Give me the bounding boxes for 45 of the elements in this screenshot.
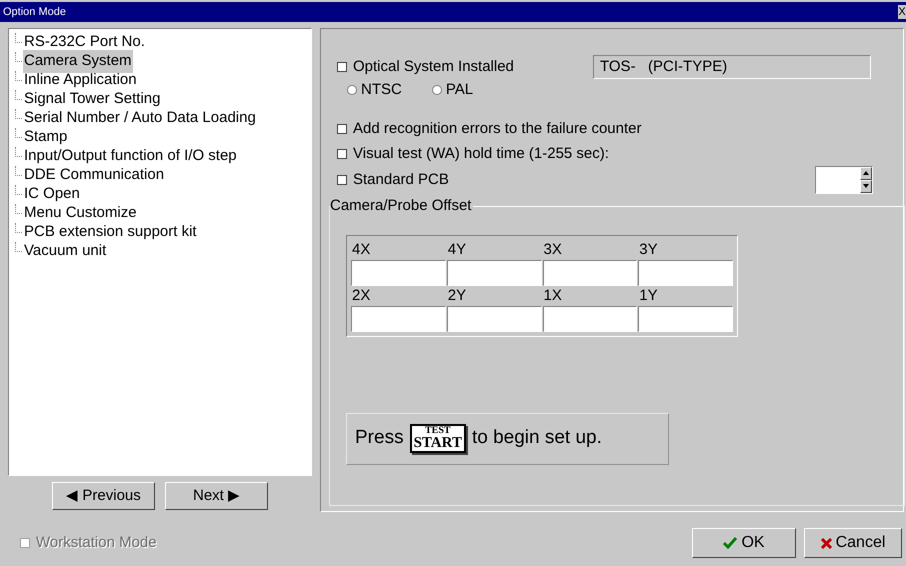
input-field[interactable]: [351, 260, 446, 286]
radio-button[interactable]: [347, 85, 357, 96]
spin-up-icon[interactable]: [860, 166, 872, 180]
field-label: 4X: [351, 240, 372, 260]
field-label: 1X: [542, 286, 563, 306]
spin-down-icon[interactable]: [860, 180, 872, 192]
input-field[interactable]: [446, 260, 542, 286]
ok-button[interactable]: OK: [692, 528, 796, 558]
input-field[interactable]: [542, 260, 638, 286]
field-label: 2X: [351, 286, 372, 306]
input-field[interactable]: [446, 306, 542, 332]
checkbox-label: Standard PCB: [353, 170, 449, 190]
checkbox[interactable]: [337, 62, 347, 72]
radio-label: PAL: [446, 80, 474, 100]
field-label: 3X: [542, 240, 563, 260]
window-title: Option Mode: [3, 4, 66, 20]
checkbox-label: Add recognition errors to the failure counter: [353, 118, 642, 138]
close-button[interactable]: X: [898, 5, 906, 19]
radio-label: NTSC: [361, 80, 402, 100]
checkbox[interactable]: [337, 124, 347, 134]
system-type-field: TOS- (PCI-TYPE): [593, 55, 871, 79]
input-field[interactable]: [638, 306, 733, 332]
field-label: 3Y: [638, 240, 659, 260]
test-start-key: TEST START: [410, 424, 466, 453]
checkbox[interactable]: [337, 175, 347, 186]
field-label: 2Y: [446, 286, 468, 306]
check-icon: [723, 537, 738, 549]
checkbox-label: Workstation Mode: [36, 532, 157, 553]
radio-button[interactable]: [432, 85, 442, 96]
checkbox-label: Visual test (WA) hold time (1-255 sec):: [353, 144, 609, 164]
cross-icon: [820, 538, 832, 548]
tree-item[interactable]: Camera System: [23, 50, 133, 73]
input-field[interactable]: [542, 306, 638, 332]
hint-text: Press: [355, 426, 404, 450]
cancel-button[interactable]: Cancel: [804, 528, 902, 558]
hint-text: to begin set up.: [472, 426, 602, 450]
input-field[interactable]: [638, 260, 733, 286]
next-button[interactable]: Next ▶: [165, 482, 268, 510]
checkbox[interactable]: [337, 149, 347, 160]
checkbox-label: Optical System Installed: [353, 56, 514, 77]
field-label: 1Y: [638, 286, 659, 306]
previous-button[interactable]: ◀ Previous: [52, 482, 155, 510]
field-label: 4Y: [446, 240, 468, 260]
spin-field[interactable]: [815, 166, 873, 194]
input-field[interactable]: [351, 306, 446, 332]
